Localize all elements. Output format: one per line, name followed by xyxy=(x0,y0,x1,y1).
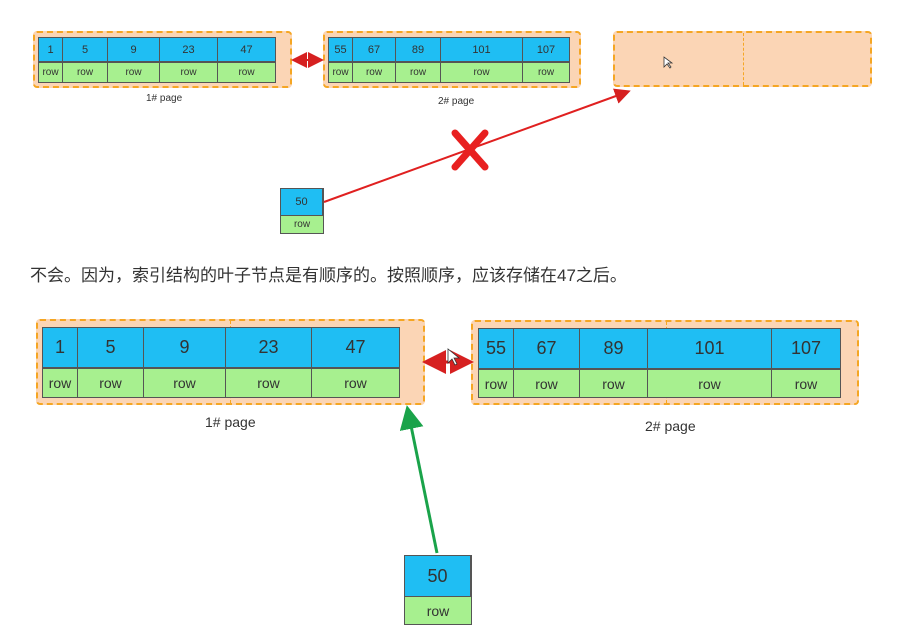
arrows-layer xyxy=(291,52,674,554)
correct-insert-arrow xyxy=(399,405,439,554)
cross-mark-icon xyxy=(451,129,489,171)
mouse-cursor-icon xyxy=(663,56,674,69)
